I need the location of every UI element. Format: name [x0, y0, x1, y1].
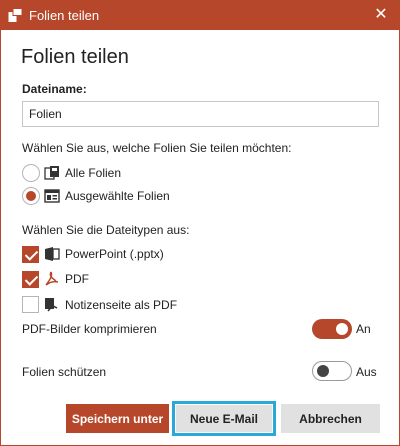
- notes-page-pdf-icon: [45, 298, 58, 312]
- compress-toggle[interactable]: [312, 319, 352, 339]
- all-slides-icon: [44, 166, 59, 180]
- selected-slides-icon: [44, 189, 60, 203]
- close-icon[interactable]: ✕: [371, 5, 391, 25]
- filetypes-prompt: Wählen Sie die Dateitypen aus:: [22, 223, 190, 237]
- save-as-button[interactable]: Speichern unter: [66, 404, 169, 433]
- checkbox-powerpoint[interactable]: [22, 246, 39, 263]
- all-slides-label[interactable]: Alle Folien: [65, 166, 121, 180]
- filename-input[interactable]: [22, 101, 379, 127]
- share-slides-dialog: Folien teilen ✕ Folien teilen Dateiname:…: [0, 0, 400, 446]
- protect-label: Folien schützen: [22, 365, 107, 379]
- notes-pdf-label[interactable]: Notizenseite als PDF: [65, 298, 177, 312]
- protect-toggle[interactable]: [312, 361, 352, 381]
- radio-selected-slides[interactable]: [22, 187, 40, 205]
- window-title: Folien teilen: [29, 8, 100, 23]
- protect-state: Aus: [356, 365, 377, 379]
- radio-all-slides[interactable]: [22, 164, 40, 182]
- pdf-icon: [45, 271, 59, 286]
- powerpoint-icon: [45, 247, 60, 261]
- compress-label: PDF-Bilder komprimieren: [22, 322, 157, 336]
- cancel-button[interactable]: Abbrechen: [281, 404, 380, 433]
- compress-state: An: [356, 322, 371, 336]
- checkbox-notes-pdf[interactable]: [22, 296, 39, 313]
- pdf-label[interactable]: PDF: [65, 272, 89, 286]
- title-bar: Folien teilen ✕: [1, 1, 399, 30]
- filename-label: Dateiname:: [22, 82, 87, 96]
- selected-slides-label[interactable]: Ausgewählte Folien: [65, 189, 170, 203]
- checkbox-pdf[interactable]: [22, 271, 39, 288]
- dialog-heading: Folien teilen: [21, 46, 129, 68]
- powerpoint-label[interactable]: PowerPoint (.pptx): [65, 247, 164, 261]
- toggle-knob: [336, 323, 348, 335]
- share-icon: [8, 8, 23, 22]
- slides-prompt: Wählen Sie aus, welche Folien Sie teilen…: [22, 141, 292, 155]
- new-email-button[interactable]: Neue E-Mail: [172, 401, 276, 436]
- toggle-knob: [317, 365, 329, 377]
